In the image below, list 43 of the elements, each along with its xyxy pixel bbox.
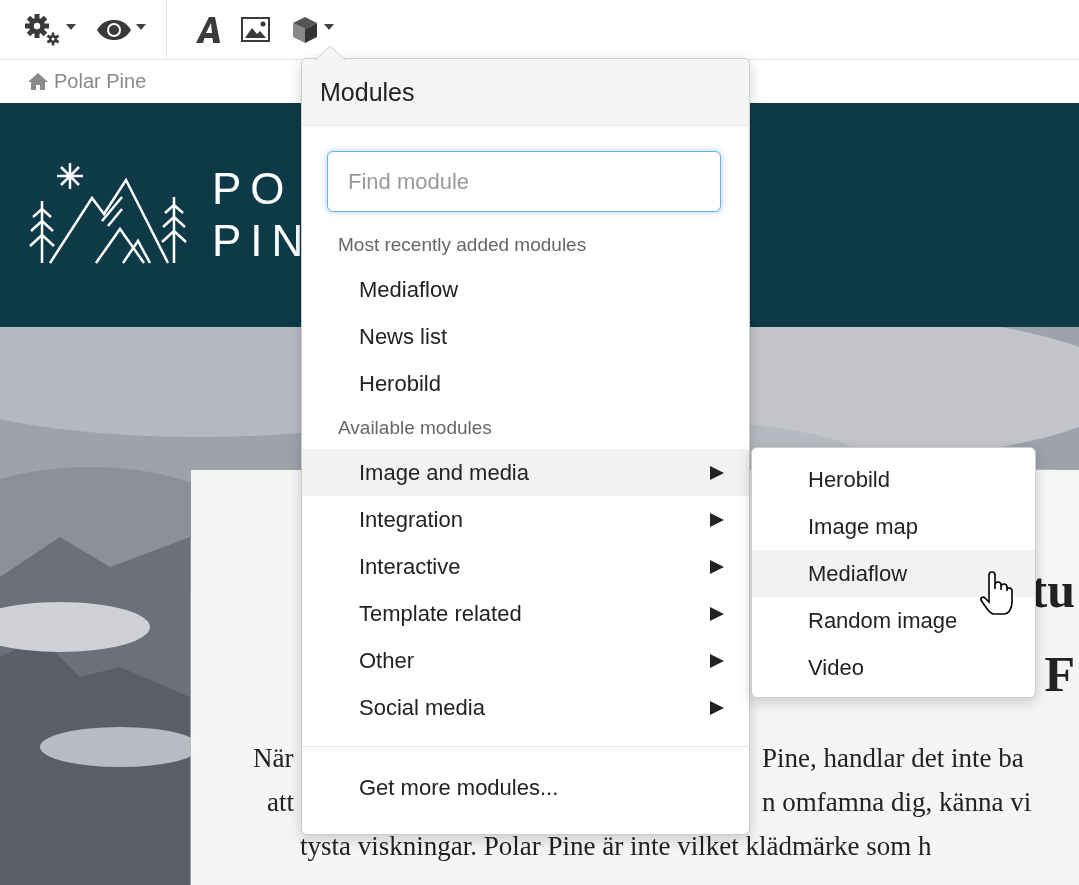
submenu-arrow-icon <box>710 700 724 715</box>
menu-item[interactable]: Herobild <box>752 456 1035 503</box>
menu-item[interactable]: Video <box>752 644 1035 691</box>
menu-title: Modules <box>302 59 749 126</box>
heading-text: F <box>1044 645 1075 704</box>
menu-item[interactable]: Interactive <box>302 543 749 590</box>
submenu-arrow-icon <box>710 512 724 527</box>
menu-item[interactable]: Random image <box>752 597 1035 644</box>
submenu-arrow-icon <box>710 559 724 574</box>
body-text: När <box>253 742 294 775</box>
caret-icon <box>324 23 334 30</box>
cube-icon <box>290 14 320 45</box>
image-icon <box>241 17 270 42</box>
menu-item[interactable]: Other <box>302 637 749 684</box>
logo-text: PIN <box>212 215 313 267</box>
body-text: att <box>267 786 294 819</box>
menu-item[interactable]: News list <box>302 313 749 360</box>
menu-item[interactable]: Herobild <box>302 360 749 407</box>
eye-icon <box>96 18 132 41</box>
gear-icon <box>24 12 62 47</box>
section-label: Most recently added modules <box>337 233 588 257</box>
submenu-arrow-icon <box>710 653 724 668</box>
section-label: Available modules <box>337 416 493 440</box>
menu-item[interactable]: Mediaflow <box>752 550 1035 597</box>
more-modules-link[interactable]: Get more modules... <box>302 764 749 811</box>
menu-item[interactable]: Image and media <box>302 449 749 496</box>
home-icon <box>28 73 48 90</box>
caret-icon <box>136 23 146 30</box>
menu-item[interactable]: Integration <box>302 496 749 543</box>
submenu-arrow-icon <box>710 606 724 621</box>
body-text: Pine, handlar det inte ba <box>762 742 1024 775</box>
menu-item[interactable]: Mediaflow <box>302 266 749 313</box>
submenu-arrow-icon <box>710 465 724 480</box>
menu-item[interactable]: Image map <box>752 503 1035 550</box>
hand-cursor-icon <box>980 570 1014 616</box>
body-text: n omfamna dig, känna vi <box>762 786 1032 819</box>
menu-item[interactable]: Template related <box>302 590 749 637</box>
body-text: tysta viskningar. Polar Pine är inte vilket klädmärke som h <box>300 830 932 863</box>
text-format-icon <box>195 15 221 44</box>
caret-icon <box>66 23 76 30</box>
search-field[interactable]: Find module <box>327 151 721 212</box>
logo-text: PO <box>212 163 295 215</box>
menu-item[interactable]: Social media <box>302 684 749 731</box>
